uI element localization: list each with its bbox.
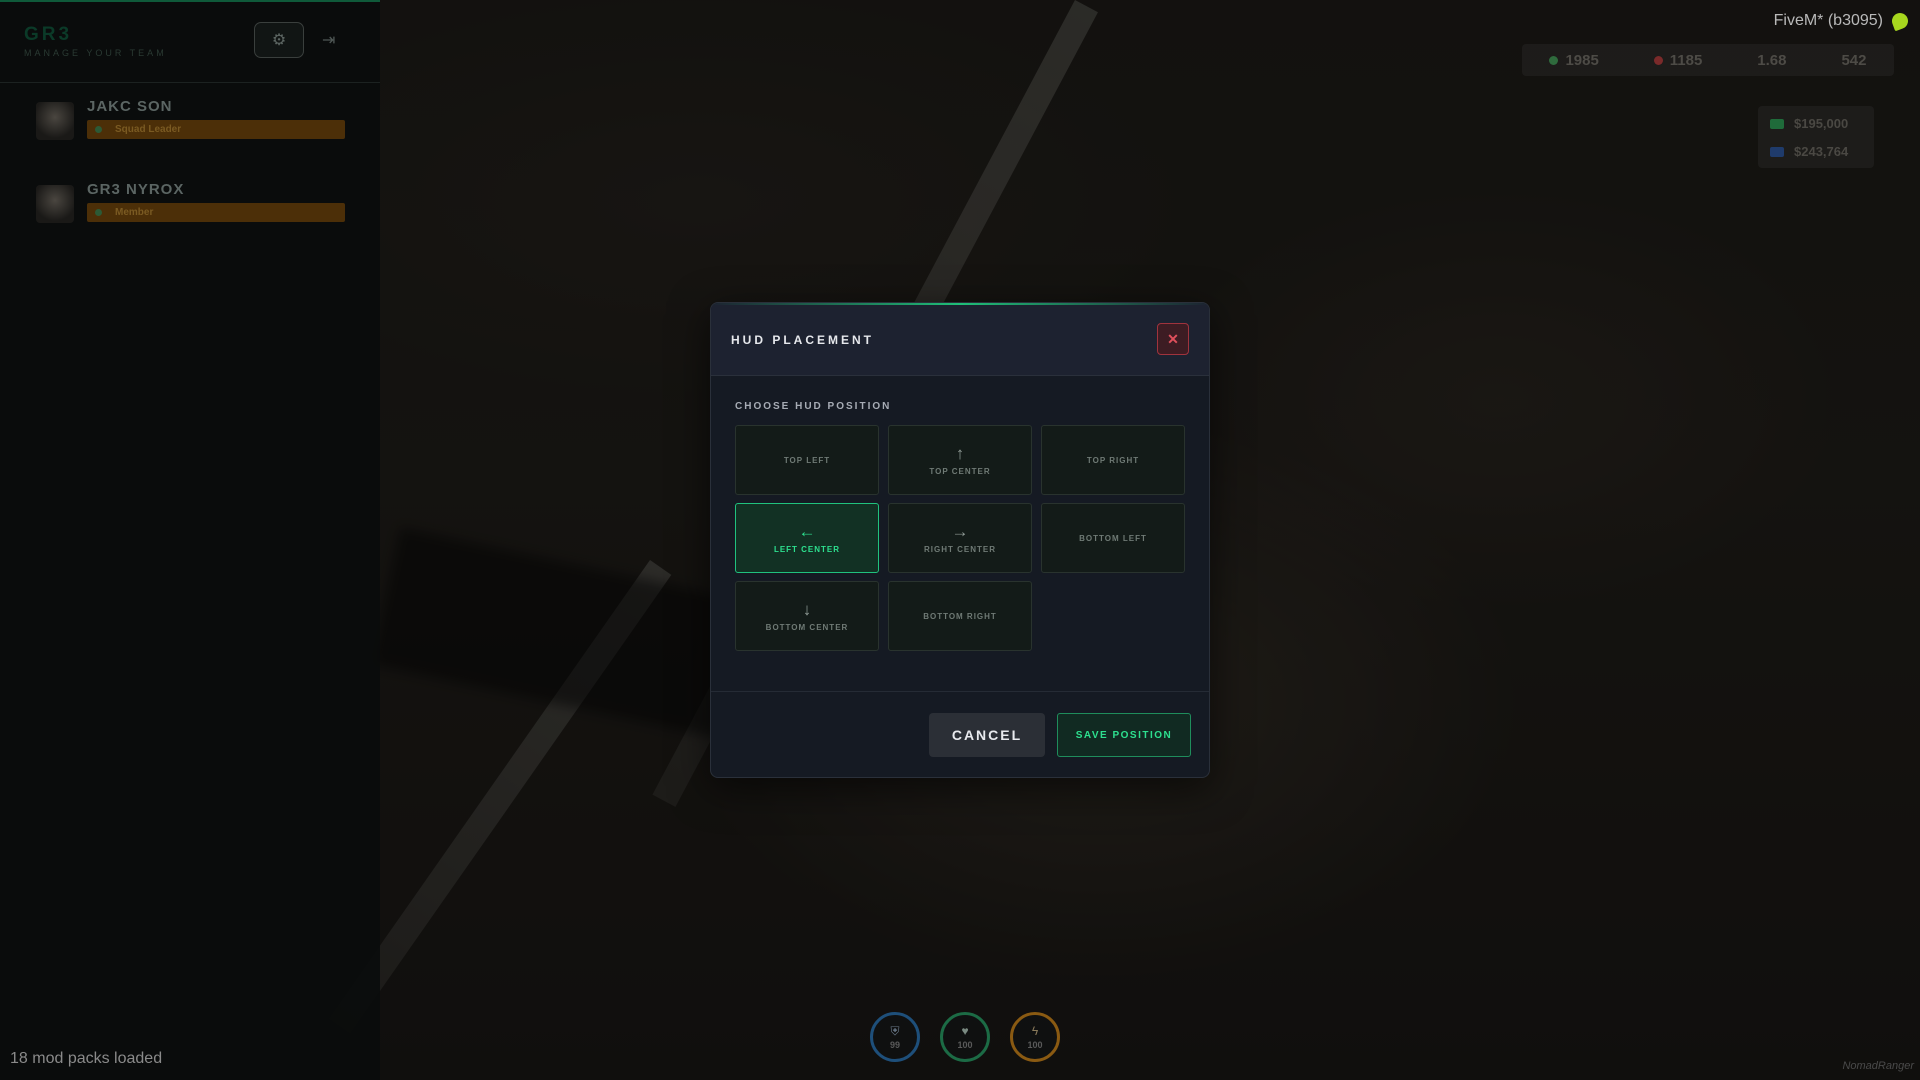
hud-stats-bar: 1985 1185 1.68 542 [1522,44,1894,76]
health-value: 100 [957,1039,973,1050]
client-title: FiveM* (b3095) [1773,12,1883,29]
cash-icon [1770,118,1784,129]
position-top-right[interactable]: TOP RIGHT [1041,425,1185,495]
position-label: TOP LEFT [783,455,831,465]
bank-row: $243,764 [1770,144,1848,159]
stat-value: 1985 [1565,51,1599,69]
modal-title: HUD PLACEMENT [731,333,874,347]
position-label: BOTTOM RIGHT [923,611,997,621]
role-dot-icon [95,209,102,216]
watermark: NomadRanger [1842,1060,1914,1072]
member-role: Member [115,207,154,218]
logout-button[interactable]: ⇥ [322,30,335,50]
position-bottom-center[interactable]: ↓ BOTTOM CENTER [735,581,879,651]
position-bottom-left[interactable]: BOTTOM LEFT [1041,503,1185,573]
member-role-badge: Member [87,203,345,222]
close-button[interactable]: ✕ [1157,323,1189,355]
arrow-up-icon: ↑ [955,443,965,463]
role-dot-icon [95,126,102,133]
stamina-value: 100 [1027,1039,1043,1050]
stat-value: 542 [1841,51,1867,69]
position-top-center[interactable]: ↑ TOP CENTER [888,425,1032,495]
position-grid: TOP LEFT ↑ TOP CENTER TOP RIGHT ← LEFT C… [735,425,1185,651]
armor-value: 99 [889,1039,900,1050]
stat-dot-icon [1653,55,1663,65]
stat-dot-icon [1549,55,1559,65]
gear-icon: ⚙ [271,32,287,49]
position-bottom-right[interactable]: BOTTOM RIGHT [888,581,1032,651]
member-row[interactable]: GR3 NYROX Member [36,181,346,231]
money-panel: $195,000 $243,764 [1758,106,1874,168]
divider [0,82,380,83]
member-role: Squad Leader [115,124,182,135]
stamina-status: ϟ 100 [1010,1012,1060,1062]
cancel-button[interactable]: CANCEL [929,713,1045,757]
heart-icon: ♥ [961,1023,969,1038]
accent-line [711,303,1209,305]
footer-divider [711,691,1209,692]
position-left-center[interactable]: ← LEFT CENTER [735,503,879,573]
stat-item: 1185 [1653,51,1703,69]
member-name: JAKC SON [87,98,173,115]
member-role-badge: Squad Leader [87,120,345,139]
cash-value: $195,000 [1794,116,1849,131]
position-label: RIGHT CENTER [924,544,996,554]
position-label: BOTTOM CENTER [765,622,849,632]
position-label: TOP CENTER [929,466,991,476]
brand: GR3 MANAGE YOUR TEAM [24,24,167,58]
position-label: LEFT CENTER [773,544,841,554]
position-label: TOP RIGHT [1086,455,1140,465]
member-row[interactable]: JAKC SON Squad Leader [36,98,346,148]
arrow-left-icon: ← [798,521,816,541]
brand-subtitle: MANAGE YOUR TEAM [24,48,167,58]
stat-item: 542 [1841,52,1866,69]
team-sidebar: GR3 MANAGE YOUR TEAM ⚙ ⇥ JAKC SON Squad … [0,0,380,1080]
stat-item: 1985 [1549,51,1599,69]
logout-icon: ⇥ [322,32,336,49]
position-top-left[interactable]: TOP LEFT [735,425,879,495]
mod-packs-status: 18 mod packs loaded [10,1050,163,1067]
position-right-center[interactable]: → RIGHT CENTER [888,503,1032,573]
modal-header: HUD PLACEMENT ✕ [711,303,1209,376]
cash-row: $195,000 [1770,116,1848,131]
stat-value: 1.68 [1757,51,1787,69]
close-icon: ✕ [1167,330,1179,347]
arrow-right-icon: → [951,521,969,541]
avatar [36,185,74,223]
bank-value: $243,764 [1794,144,1849,159]
health-status: ♥ 100 [940,1012,990,1062]
save-position-button[interactable]: SAVE POSITION [1057,713,1191,757]
bank-icon [1770,146,1784,157]
section-label: CHOOSE HUD POSITION [735,401,892,412]
lightning-icon: ϟ [1031,1023,1039,1038]
member-name: GR3 NYROX [87,181,185,198]
arrow-down-icon: ↓ [802,599,812,619]
armor-status: ⛨ 99 [870,1012,920,1062]
stat-value: 1185 [1669,51,1703,69]
position-label: BOTTOM LEFT [1079,533,1147,543]
avatar [36,102,74,140]
stat-item: 1.68 [1757,52,1786,69]
shield-icon: ⛨ [890,1023,900,1038]
settings-button[interactable]: ⚙ [254,22,304,58]
hud-placement-modal: HUD PLACEMENT ✕ CHOOSE HUD POSITION TOP … [710,302,1210,778]
brand-name: GR3 [24,24,73,45]
